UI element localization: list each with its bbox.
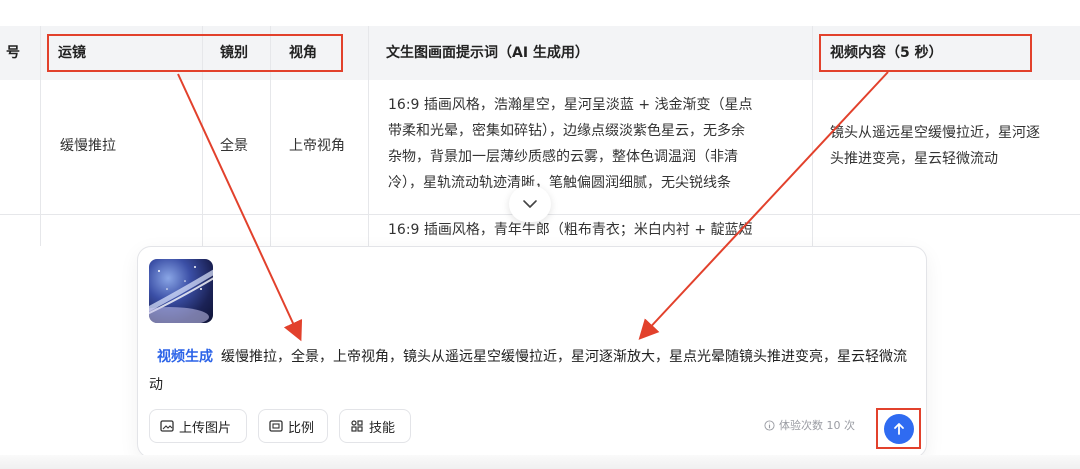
- bottom-edge: [0, 455, 1080, 469]
- annotation-arrow-right: [638, 71, 889, 340]
- annotation-arrows: [177, 71, 889, 342]
- annotation-arrow-left: [177, 73, 303, 342]
